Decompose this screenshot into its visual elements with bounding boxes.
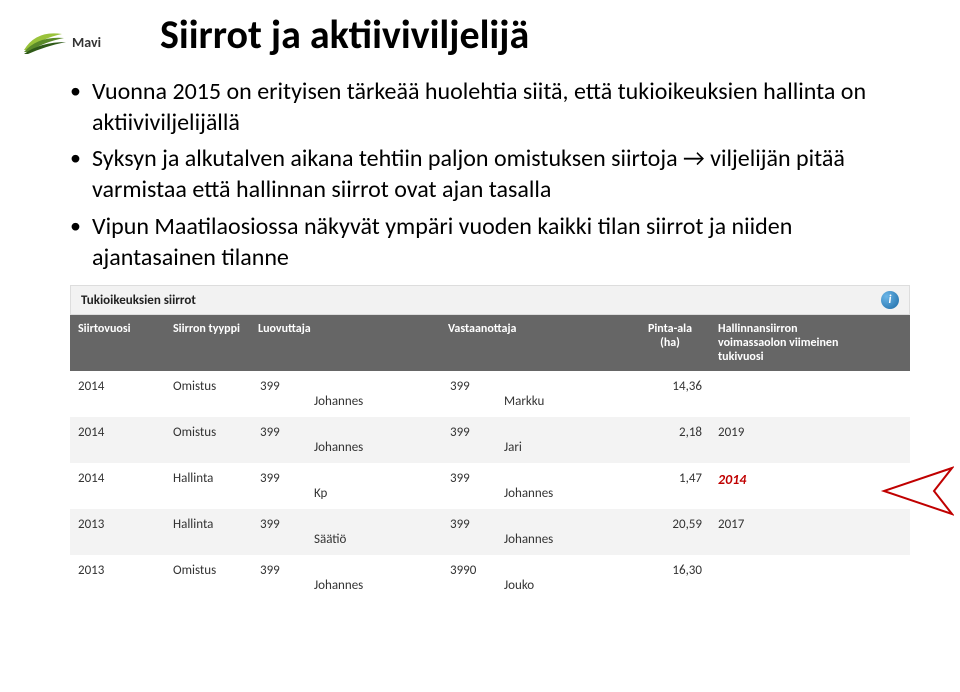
panel-title: Tukioikeuksien siirrot	[81, 293, 196, 308]
bullet-item: Vuonna 2015 on erityisen tärkeää huoleht…	[70, 77, 910, 138]
table-cell: 2017	[710, 509, 850, 555]
th-end: Hallinnansiirron voimassaolon viimeinen …	[710, 315, 850, 371]
bullet-list: Vuonna 2015 on erityisen tärkeää huoleht…	[70, 77, 910, 273]
leaf-swoosh-icon	[22, 28, 66, 56]
page-title: Siirrot ja aktiiviviljelijä	[160, 10, 960, 59]
table-cell: Omistus	[165, 417, 250, 463]
table-cell: 399Johannes	[440, 509, 630, 555]
bullet-item: Syksyn ja alkutalven aikana tehtiin palj…	[70, 144, 910, 205]
table-row: 2013Hallinta399Säätiö399Johannes20,59201…	[70, 509, 910, 555]
th-type: Siirron tyyppi	[165, 315, 250, 371]
table-cell: 2014	[710, 463, 850, 509]
table-cell: 399Johannes	[250, 417, 440, 463]
table-cell: 399Johannes	[440, 463, 630, 509]
table-cell: Hallinta	[165, 509, 250, 555]
table-cell: 399Säätiö	[250, 509, 440, 555]
table-row: 2014Hallinta399Kp399Johannes1,472014	[70, 463, 910, 509]
table-cell: Omistus	[165, 555, 250, 601]
table-cell: 399Johannes	[250, 371, 440, 417]
panel-header: Tukioikeuksien siirrot i	[70, 285, 910, 315]
transfers-panel: Tukioikeuksien siirrot i Siirtovuosi Sii…	[70, 285, 910, 601]
table-cell: 2019	[710, 417, 850, 463]
table-cell: 16,30	[630, 555, 710, 601]
table-cell	[710, 371, 850, 417]
table-cell: 2013	[70, 555, 165, 601]
th-year: Siirtovuosi	[70, 315, 165, 371]
table-cell: 399Johannes	[250, 555, 440, 601]
table-header: Siirtovuosi Siirron tyyppi Luovuttaja Va…	[70, 315, 910, 371]
highlight-arrow-icon	[874, 466, 954, 516]
table-cell: 2013	[70, 509, 165, 555]
table-cell: Hallinta	[165, 463, 250, 509]
logo-text: Mavi	[72, 34, 101, 51]
bullet-item: Vipun Maatilaosiossa näkyvät ympäri vuod…	[70, 212, 910, 273]
table-cell: 2014	[70, 371, 165, 417]
table-cell: 2014	[70, 463, 165, 509]
table-cell	[710, 555, 850, 601]
table-body: 2014Omistus399Johannes399Markku14,362014…	[70, 371, 910, 601]
table-row: 2014Omistus399Johannes399Markku14,36	[70, 371, 910, 417]
table-cell: 1,47	[630, 463, 710, 509]
table-cell: 2014	[70, 417, 165, 463]
table-cell: Omistus	[165, 371, 250, 417]
table-cell: 2,18	[630, 417, 710, 463]
table-cell: 399Markku	[440, 371, 630, 417]
table-cell: 3990Jouko	[440, 555, 630, 601]
table-cell: 399Jari	[440, 417, 630, 463]
table-cell: 20,59	[630, 509, 710, 555]
mavi-logo: Mavi	[22, 28, 101, 56]
th-sender: Luovuttaja	[250, 315, 440, 371]
th-area: Pinta-ala (ha)	[630, 315, 710, 371]
table-row: 2014Omistus399Johannes399Jari2,182019	[70, 417, 910, 463]
table-cell: 14,36	[630, 371, 710, 417]
table-cell: 399Kp	[250, 463, 440, 509]
info-icon[interactable]: i	[881, 291, 899, 309]
th-recv: Vastaanottaja	[440, 315, 630, 371]
table-row: 2013Omistus399Johannes3990Jouko16,30	[70, 555, 910, 601]
